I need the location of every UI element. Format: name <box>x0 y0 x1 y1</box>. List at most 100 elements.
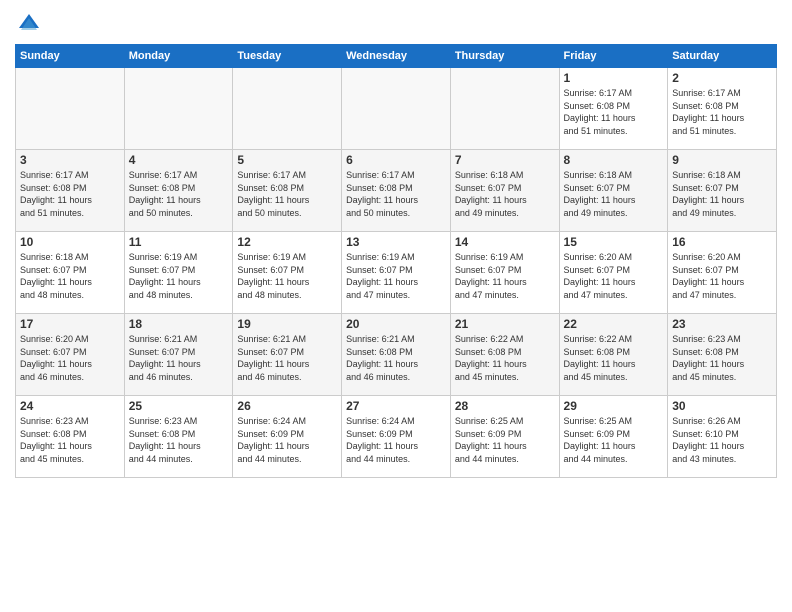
calendar-cell: 9 Sunrise: 6:18 AM Sunset: 6:07 PM Daylig… <box>668 150 777 232</box>
col-header-friday: Friday <box>559 45 668 68</box>
calendar-cell: 17 Sunrise: 6:20 AM Sunset: 6:07 PM Dayli… <box>16 314 125 396</box>
day-info: Sunrise: 6:24 AM Sunset: 6:09 PM Dayligh… <box>237 415 337 465</box>
calendar-cell <box>342 68 451 150</box>
day-info: Sunrise: 6:19 AM Sunset: 6:07 PM Dayligh… <box>455 251 555 301</box>
day-number: 19 <box>237 317 337 331</box>
day-info: Sunrise: 6:19 AM Sunset: 6:07 PM Dayligh… <box>237 251 337 301</box>
day-info: Sunrise: 6:19 AM Sunset: 6:07 PM Dayligh… <box>129 251 229 301</box>
day-number: 14 <box>455 235 555 249</box>
calendar-cell: 15 Sunrise: 6:20 AM Sunset: 6:07 PM Dayli… <box>559 232 668 314</box>
calendar-week-2: 3 Sunrise: 6:17 AM Sunset: 6:08 PM Daylig… <box>16 150 777 232</box>
col-header-thursday: Thursday <box>450 45 559 68</box>
logo <box>15 10 47 38</box>
day-info: Sunrise: 6:21 AM Sunset: 6:07 PM Dayligh… <box>129 333 229 383</box>
day-number: 24 <box>20 399 120 413</box>
day-number: 25 <box>129 399 229 413</box>
day-number: 1 <box>564 71 664 85</box>
calendar-cell: 19 Sunrise: 6:21 AM Sunset: 6:07 PM Dayli… <box>233 314 342 396</box>
calendar-cell: 25 Sunrise: 6:23 AM Sunset: 6:08 PM Dayli… <box>124 396 233 478</box>
day-info: Sunrise: 6:21 AM Sunset: 6:07 PM Dayligh… <box>237 333 337 383</box>
day-info: Sunrise: 6:20 AM Sunset: 6:07 PM Dayligh… <box>564 251 664 301</box>
calendar-cell: 26 Sunrise: 6:24 AM Sunset: 6:09 PM Dayli… <box>233 396 342 478</box>
day-number: 5 <box>237 153 337 167</box>
col-header-monday: Monday <box>124 45 233 68</box>
day-info: Sunrise: 6:19 AM Sunset: 6:07 PM Dayligh… <box>346 251 446 301</box>
day-number: 7 <box>455 153 555 167</box>
calendar-cell: 24Sunrise: 6:23 AM Sunset: 6:08 PM Dayli… <box>16 396 125 478</box>
day-info: Sunrise: 6:17 AM Sunset: 6:08 PM Dayligh… <box>346 169 446 219</box>
day-number: 29 <box>564 399 664 413</box>
day-number: 13 <box>346 235 446 249</box>
day-number: 27 <box>346 399 446 413</box>
calendar-cell: 18 Sunrise: 6:21 AM Sunset: 6:07 PM Dayli… <box>124 314 233 396</box>
day-info: Sunrise: 6:18 AM Sunset: 6:07 PM Dayligh… <box>564 169 664 219</box>
calendar-cell: 23 Sunrise: 6:23 AM Sunset: 6:08 PM Dayli… <box>668 314 777 396</box>
calendar-cell: 22Sunrise: 6:22 AM Sunset: 6:08 PM Dayli… <box>559 314 668 396</box>
calendar-cell: 8 Sunrise: 6:18 AM Sunset: 6:07 PM Daylig… <box>559 150 668 232</box>
calendar-cell: 13 Sunrise: 6:19 AM Sunset: 6:07 PM Dayli… <box>342 232 451 314</box>
calendar-week-5: 24 Sunrise: 6:23 AM Sunset: 6:08 PM Dayli… <box>16 396 777 478</box>
calendar-cell: 12 Sunrise: 6:19 AM Sunset: 6:07 PM Dayli… <box>233 232 342 314</box>
calendar-cell: 20 Sunrise: 6:21 AM Sunset: 6:08 PM Dayli… <box>342 314 451 396</box>
day-number: 23 <box>672 317 772 331</box>
day-info: Sunrise: 6:21 AM Sunset: 6:08 PM Dayligh… <box>346 333 446 383</box>
calendar-week-4: 17 Sunrise: 6:20 AM Sunset: 6:07 PM Dayli… <box>16 314 777 396</box>
day-info: Sunrise: 6:22 AM Sunset: 6:08 PM Dayligh… <box>564 333 664 383</box>
calendar-cell <box>16 68 125 150</box>
calendar-cell: 10Sunrise: 6:18 AM Sunset: 6:07 PM Dayli… <box>16 232 125 314</box>
day-info: Sunrise: 6:18 AM Sunset: 6:07 PM Dayligh… <box>455 169 555 219</box>
day-number: 4 <box>129 153 229 167</box>
day-number: 9 <box>672 153 772 167</box>
day-number: 12 <box>237 235 337 249</box>
logo-icon <box>15 10 43 38</box>
day-number: 26 <box>237 399 337 413</box>
day-info: Sunrise: 6:26 AM Sunset: 6:10 PM Dayligh… <box>672 415 772 465</box>
day-number: 30 <box>672 399 772 413</box>
col-header-wednesday: Wednesday <box>342 45 451 68</box>
day-number: 18 <box>129 317 229 331</box>
calendar-header-row: SundayMondayTuesdayWednesdayThursdayFrid… <box>16 45 777 68</box>
day-number: 3 <box>20 153 120 167</box>
day-number: 16 <box>672 235 772 249</box>
day-info: Sunrise: 6:17 AM Sunset: 6:08 PM Dayligh… <box>129 169 229 219</box>
calendar-cell: 1 Sunrise: 6:17 AM Sunset: 6:08 PM Daylig… <box>559 68 668 150</box>
col-header-tuesday: Tuesday <box>233 45 342 68</box>
col-header-saturday: Saturday <box>668 45 777 68</box>
day-info: Sunrise: 6:25 AM Sunset: 6:09 PM Dayligh… <box>564 415 664 465</box>
calendar-week-1: 1 Sunrise: 6:17 AM Sunset: 6:08 PM Daylig… <box>16 68 777 150</box>
header <box>15 10 777 38</box>
day-number: 28 <box>455 399 555 413</box>
day-number: 10 <box>20 235 120 249</box>
day-info: Sunrise: 6:20 AM Sunset: 6:07 PM Dayligh… <box>20 333 120 383</box>
day-info: Sunrise: 6:20 AM Sunset: 6:07 PM Dayligh… <box>672 251 772 301</box>
day-number: 15 <box>564 235 664 249</box>
day-info: Sunrise: 6:17 AM Sunset: 6:08 PM Dayligh… <box>564 87 664 137</box>
day-info: Sunrise: 6:17 AM Sunset: 6:08 PM Dayligh… <box>237 169 337 219</box>
calendar-cell: 30 Sunrise: 6:26 AM Sunset: 6:10 PM Dayli… <box>668 396 777 478</box>
day-number: 6 <box>346 153 446 167</box>
calendar-cell: 6 Sunrise: 6:17 AM Sunset: 6:08 PM Daylig… <box>342 150 451 232</box>
day-info: Sunrise: 6:24 AM Sunset: 6:09 PM Dayligh… <box>346 415 446 465</box>
day-number: 8 <box>564 153 664 167</box>
calendar-cell: 14 Sunrise: 6:19 AM Sunset: 6:07 PM Dayli… <box>450 232 559 314</box>
day-number: 17 <box>20 317 120 331</box>
day-number: 20 <box>346 317 446 331</box>
calendar-container: SundayMondayTuesdayWednesdayThursdayFrid… <box>0 0 792 612</box>
calendar-cell: 21 Sunrise: 6:22 AM Sunset: 6:08 PM Dayli… <box>450 314 559 396</box>
day-info: Sunrise: 6:25 AM Sunset: 6:09 PM Dayligh… <box>455 415 555 465</box>
calendar-cell: 28 Sunrise: 6:25 AM Sunset: 6:09 PM Dayli… <box>450 396 559 478</box>
calendar-cell: 4 Sunrise: 6:17 AM Sunset: 6:08 PM Daylig… <box>124 150 233 232</box>
day-info: Sunrise: 6:18 AM Sunset: 6:07 PM Dayligh… <box>672 169 772 219</box>
calendar-cell: 29 Sunrise: 6:25 AM Sunset: 6:09 PM Dayli… <box>559 396 668 478</box>
calendar-cell: 27 Sunrise: 6:24 AM Sunset: 6:09 PM Dayli… <box>342 396 451 478</box>
calendar-cell <box>450 68 559 150</box>
calendar-cell: 16 Sunrise: 6:20 AM Sunset: 6:07 PM Dayli… <box>668 232 777 314</box>
day-number: 11 <box>129 235 229 249</box>
day-number: 2 <box>672 71 772 85</box>
day-number: 21 <box>455 317 555 331</box>
day-info: Sunrise: 6:17 AM Sunset: 6:08 PM Dayligh… <box>20 169 120 219</box>
day-info: Sunrise: 6:23 AM Sunset: 6:08 PM Dayligh… <box>129 415 229 465</box>
day-info: Sunrise: 6:22 AM Sunset: 6:08 PM Dayligh… <box>455 333 555 383</box>
calendar-table: SundayMondayTuesdayWednesdayThursdayFrid… <box>15 44 777 478</box>
day-info: Sunrise: 6:23 AM Sunset: 6:08 PM Dayligh… <box>672 333 772 383</box>
